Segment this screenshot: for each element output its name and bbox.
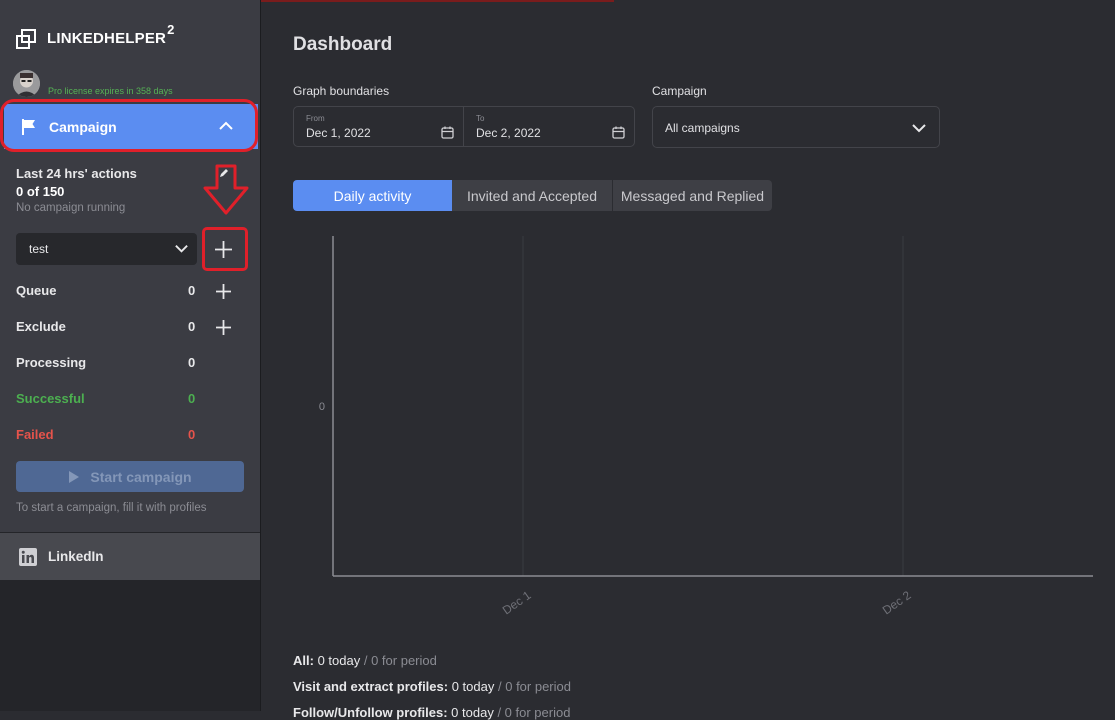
calendar-icon[interactable] xyxy=(612,126,625,139)
stat-label: Queue xyxy=(16,283,57,298)
chart-tabs: Daily activity Invited and Accepted Mess… xyxy=(293,180,772,211)
summary-period: / 0 for period xyxy=(497,705,571,720)
campaign-select[interactable]: test xyxy=(16,233,197,265)
summary-today: 0 today xyxy=(451,679,495,694)
brand-version: 2 xyxy=(167,22,175,37)
linkedin-icon xyxy=(19,547,37,566)
stat-row-4: Failed 0 xyxy=(16,427,216,445)
stat-value: 0 xyxy=(188,283,196,298)
add-campaign-highlight-annotation xyxy=(202,227,248,271)
tab-invited-accepted[interactable]: Invited and Accepted xyxy=(452,180,613,211)
brand-name: LINKEDHELPER xyxy=(47,30,167,47)
campaign-filter-value: All campaigns xyxy=(665,121,740,135)
from-date-field[interactable]: From Dec 1, 2022 xyxy=(293,106,464,147)
campaign-filter-label: Campaign xyxy=(652,84,707,98)
to-date-field[interactable]: To Dec 2, 2022 xyxy=(464,106,635,147)
graph-boundaries-label: Graph boundaries xyxy=(293,84,390,98)
add-exclude-button[interactable] xyxy=(215,319,232,336)
avatar-image xyxy=(13,70,40,97)
stat-row-3: Successful 0 xyxy=(16,391,216,409)
avatar[interactable] xyxy=(13,70,40,97)
summary-label: Visit and extract profiles: xyxy=(293,679,449,694)
summary-today: 0 today xyxy=(451,705,494,720)
activity-chart: Dec 1 Dec 2 0 xyxy=(319,236,1093,618)
from-value: Dec 1, 2022 xyxy=(306,126,371,140)
stat-row-2: Processing 0 xyxy=(16,355,216,373)
from-label: From xyxy=(306,114,325,123)
to-label: To xyxy=(476,114,485,123)
add-queue-button[interactable] xyxy=(215,283,232,300)
summary-line: Visit and extract profiles: 0 today / 0 … xyxy=(293,679,571,694)
y-tick-label: 0 xyxy=(319,401,325,413)
stat-value: 0 xyxy=(188,319,196,334)
campaign-highlight-annotation xyxy=(0,99,258,152)
campaign-filter-select[interactable]: All campaigns xyxy=(652,106,940,148)
linkedin-nav-label: LinkedIn xyxy=(48,549,104,564)
start-campaign-label: Start campaign xyxy=(90,468,192,485)
start-hint: To start a campaign, fill it with profil… xyxy=(16,502,207,514)
summary-line: Follow/Unfollow profiles: 0 today / 0 fo… xyxy=(293,705,570,720)
arrow-annotation xyxy=(203,164,249,215)
to-value: Dec 2, 2022 xyxy=(476,126,541,140)
logo-icon xyxy=(16,29,36,49)
summary-label: Follow/Unfollow profiles: xyxy=(293,705,448,720)
summary-today: 0 today xyxy=(317,653,361,668)
play-icon xyxy=(69,470,80,483)
actions-title: Last 24 hrs' actions xyxy=(16,166,137,181)
stat-label: Failed xyxy=(16,427,54,442)
summary-line: All: 0 today / 0 for period xyxy=(293,653,437,668)
tab-messaged-replied[interactable]: Messaged and Replied xyxy=(613,180,772,211)
calendar-icon[interactable] xyxy=(441,126,454,139)
stat-value: 0 xyxy=(188,391,196,406)
summary-period: / 0 for period xyxy=(363,653,437,668)
stat-label: Exclude xyxy=(16,319,66,334)
actions-count: 0 of 150 xyxy=(16,184,65,199)
stat-row-0: Queue 0 xyxy=(16,283,216,301)
x-tick-label: Dec 1 xyxy=(500,588,534,618)
chevron-down-icon xyxy=(175,245,188,253)
linkedin-nav-item[interactable]: LinkedIn xyxy=(0,533,260,580)
summary-period: / 0 for period xyxy=(498,679,571,694)
campaign-status-text: No campaign running xyxy=(16,202,126,214)
brand: LINKEDHELPER 2 xyxy=(16,22,174,52)
sidebar: LINKEDHELPER 2 Pro license expires in 35… xyxy=(0,0,261,711)
stat-label: Processing xyxy=(16,355,87,370)
page-title: Dashboard xyxy=(293,34,393,55)
campaign-select-value: test xyxy=(29,242,49,256)
summary-label: All: xyxy=(293,653,314,668)
start-campaign-button[interactable]: Start campaign xyxy=(16,461,244,492)
stat-row-1: Exclude 0 xyxy=(16,319,216,337)
tab-daily-activity[interactable]: Daily activity xyxy=(293,180,452,211)
chevron-down-icon xyxy=(912,124,926,133)
license-status: Pro license expires in 358 days xyxy=(48,86,173,96)
x-tick-label: Dec 2 xyxy=(880,588,914,618)
stat-value: 0 xyxy=(188,355,196,370)
stat-value: 0 xyxy=(188,427,196,442)
stat-label: Successful xyxy=(16,391,85,406)
